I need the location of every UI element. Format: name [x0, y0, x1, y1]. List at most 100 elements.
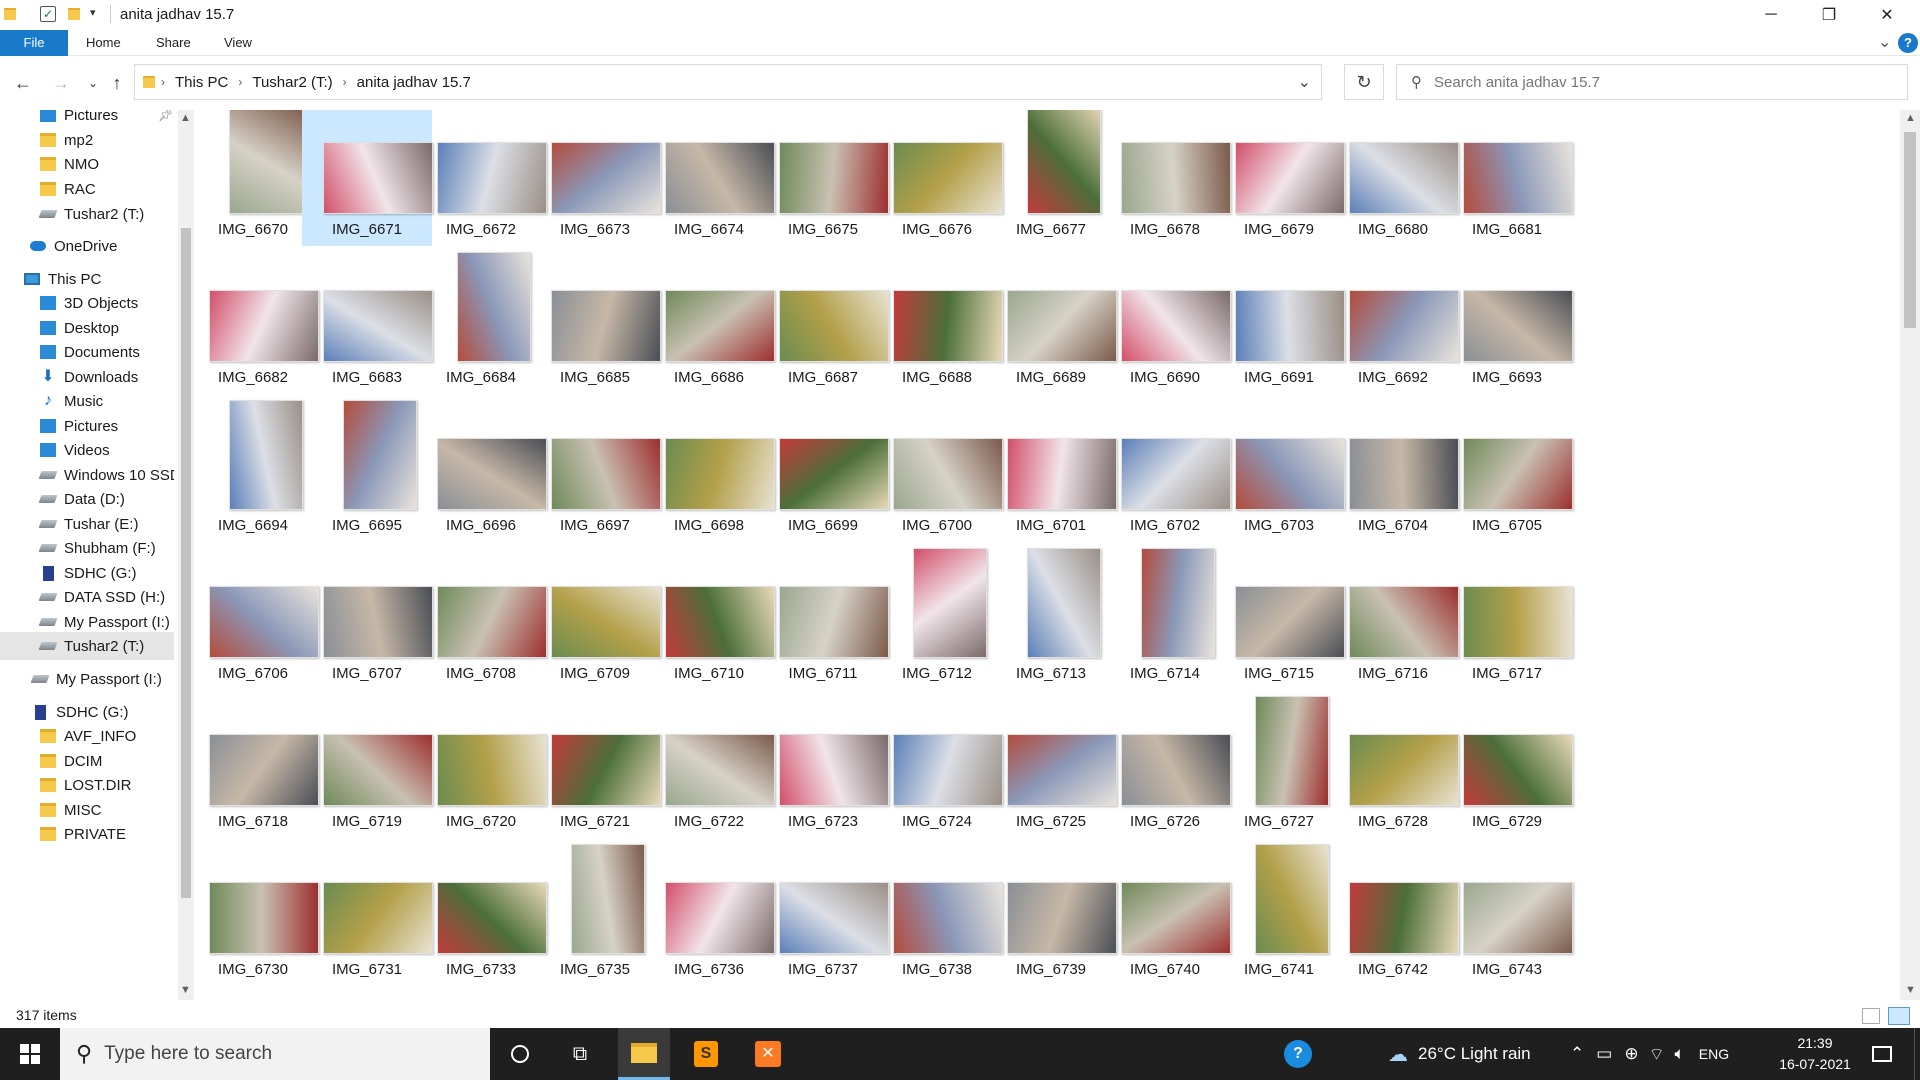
file-tile[interactable]: IMG_6727	[1214, 690, 1344, 838]
file-tile[interactable]: IMG_6743	[1442, 838, 1573, 986]
file-tile[interactable]: IMG_6713	[986, 542, 1116, 690]
details-view-icon[interactable]	[1862, 1008, 1880, 1024]
file-tile[interactable]: IMG_6712	[872, 542, 1002, 690]
tab-view[interactable]: View	[208, 30, 268, 56]
new-folder-icon[interactable]	[68, 8, 80, 20]
clock[interactable]: 21:39 16-07-2021	[1770, 1033, 1860, 1075]
nav-item-shubham-f[interactable]: Shubham (F:)	[0, 534, 174, 562]
nav-item-rac[interactable]: RAC	[0, 175, 174, 203]
file-tile[interactable]: IMG_6677	[986, 110, 1116, 246]
nav-item-data-ssd-h[interactable]: DATA SSD (H:)	[0, 583, 174, 611]
breadcrumb-tushar2[interactable]: Tushar2 (T:)	[252, 74, 332, 91]
large-icons-view-icon[interactable]	[1888, 1007, 1910, 1025]
show-desktop-button[interactable]	[1914, 1028, 1920, 1080]
file-tile[interactable]: IMG_6705	[1442, 394, 1573, 542]
file-tile[interactable]: IMG_6672	[416, 110, 547, 246]
taskbar-sublime[interactable]: S	[680, 1028, 732, 1080]
file-tile[interactable]: IMG_6670	[196, 110, 318, 246]
up-button[interactable]: ↑	[104, 70, 130, 96]
file-tile[interactable]: IMG_6680	[1328, 110, 1459, 246]
nav-item-videos[interactable]: Videos	[0, 436, 174, 464]
file-tile[interactable]: IMG_6715	[1214, 542, 1345, 690]
nav-item-lost-dir[interactable]: LOST.DIR	[0, 771, 174, 799]
file-tile[interactable]: IMG_6673	[530, 110, 661, 246]
file-tile[interactable]: IMG_6729	[1442, 690, 1573, 838]
file-tile[interactable]: IMG_6739	[986, 838, 1117, 986]
file-tile[interactable]: IMG_6731	[302, 838, 433, 986]
show-hidden-icons-icon[interactable]: ⌃	[1570, 1044, 1584, 1064]
volume-icon[interactable]: 🔈︎	[1675, 1044, 1685, 1064]
task-view-button[interactable]: ⧉	[554, 1028, 606, 1080]
file-tile[interactable]: IMG_6679	[1214, 110, 1345, 246]
file-tile[interactable]: IMG_6686	[644, 246, 775, 394]
file-tile[interactable]: IMG_6702	[1100, 394, 1231, 542]
search-box[interactable]: ⚲	[1396, 64, 1908, 100]
file-tile[interactable]: IMG_6683	[302, 246, 433, 394]
taskbar-file-explorer[interactable]	[618, 1028, 670, 1080]
nav-item-my-passport-i[interactable]: My Passport (I:)	[0, 665, 174, 693]
nav-item-music[interactable]: ♪ Music	[0, 387, 174, 415]
file-tile[interactable]: IMG_6737	[758, 838, 889, 986]
nav-item-nmo[interactable]: NMO	[0, 150, 174, 178]
cortana-button[interactable]	[494, 1028, 546, 1080]
content-scrollbar[interactable]: ▲ ▼	[1900, 110, 1920, 1000]
file-tile[interactable]: IMG_6698	[644, 394, 775, 542]
help-icon[interactable]: ?	[1898, 33, 1918, 53]
refresh-button[interactable]: ↻	[1344, 64, 1384, 100]
scroll-down-icon[interactable]: ▼	[1905, 984, 1916, 996]
nav-item-3d-objects[interactable]: 3D Objects	[0, 289, 174, 317]
tab-home[interactable]: Home	[70, 30, 137, 56]
address-bar[interactable]: › This PC › Tushar2 (T:) › anita jadhav …	[134, 64, 1322, 100]
nav-item-private[interactable]: PRIVATE	[0, 820, 174, 848]
file-tile[interactable]: IMG_6688	[872, 246, 1003, 394]
file-tile[interactable]: IMG_6671	[302, 110, 433, 246]
file-tile[interactable]: IMG_6708	[416, 542, 547, 690]
file-tile[interactable]: IMG_6723	[758, 690, 889, 838]
breadcrumb-this-pc[interactable]: This PC	[175, 74, 228, 91]
file-tile[interactable]: IMG_6675	[758, 110, 889, 246]
file-tile[interactable]: IMG_6704	[1328, 394, 1459, 542]
nav-item-tushar2-t[interactable]: Tushar2 (T:)	[0, 200, 174, 228]
search-input[interactable]	[1434, 73, 1874, 91]
file-tile[interactable]: IMG_6699	[758, 394, 889, 542]
breadcrumb-current-folder[interactable]: anita jadhav 15.7	[357, 74, 471, 91]
file-tile[interactable]: IMG_6707	[302, 542, 433, 690]
file-tile[interactable]: IMG_6741	[1214, 838, 1344, 986]
taskbar-search[interactable]: ⚲ Type here to search	[60, 1028, 490, 1080]
file-tile[interactable]: IMG_6720	[416, 690, 547, 838]
file-tile[interactable]: IMG_6690	[1100, 246, 1231, 394]
close-button[interactable]: ✕	[1858, 0, 1916, 30]
back-button[interactable]: ←	[10, 70, 36, 96]
file-tile[interactable]: IMG_6701	[986, 394, 1117, 542]
recent-locations-icon[interactable]: ⌄	[80, 70, 106, 96]
file-tile[interactable]: IMG_6695	[302, 394, 432, 542]
file-tile[interactable]: IMG_6740	[1100, 838, 1231, 986]
scroll-up-icon[interactable]: ▲	[1905, 112, 1916, 124]
pin-icon[interactable]: 📌︎	[158, 110, 173, 122]
file-tile[interactable]: IMG_6692	[1328, 246, 1459, 394]
file-tile[interactable]: IMG_6710	[644, 542, 775, 690]
file-tile[interactable]: IMG_6674	[644, 110, 775, 246]
battery-icon[interactable]: ▭	[1596, 1044, 1612, 1064]
file-tile[interactable]: IMG_6730	[196, 838, 319, 986]
file-tile[interactable]: IMG_6736	[644, 838, 775, 986]
properties-icon[interactable]: ✓	[40, 6, 56, 22]
file-tile[interactable]: IMG_6735	[530, 838, 660, 986]
address-dropdown-icon[interactable]: ⌄	[1298, 72, 1311, 92]
tab-share[interactable]: Share	[140, 30, 207, 56]
file-tile[interactable]: IMG_6714	[1100, 542, 1230, 690]
file-tile[interactable]: IMG_6689	[986, 246, 1117, 394]
file-tile[interactable]: IMG_6696	[416, 394, 547, 542]
file-tile[interactable]: IMG_6693	[1442, 246, 1573, 394]
file-tile[interactable]: IMG_6717	[1442, 542, 1573, 690]
file-tile[interactable]: IMG_6694	[196, 394, 318, 542]
file-tile[interactable]: IMG_6711	[758, 542, 889, 690]
file-tile[interactable]: IMG_6700	[872, 394, 1003, 542]
file-tile[interactable]: IMG_6726	[1100, 690, 1231, 838]
file-tile[interactable]: IMG_6687	[758, 246, 889, 394]
nav-pane-scrollbar[interactable]: ▲ ▼	[178, 110, 194, 1000]
nav-item-data-d[interactable]: Data (D:)	[0, 485, 174, 513]
minimize-button[interactable]: ─	[1742, 0, 1800, 30]
file-tile[interactable]: IMG_6722	[644, 690, 775, 838]
file-tile[interactable]: IMG_6719	[302, 690, 433, 838]
